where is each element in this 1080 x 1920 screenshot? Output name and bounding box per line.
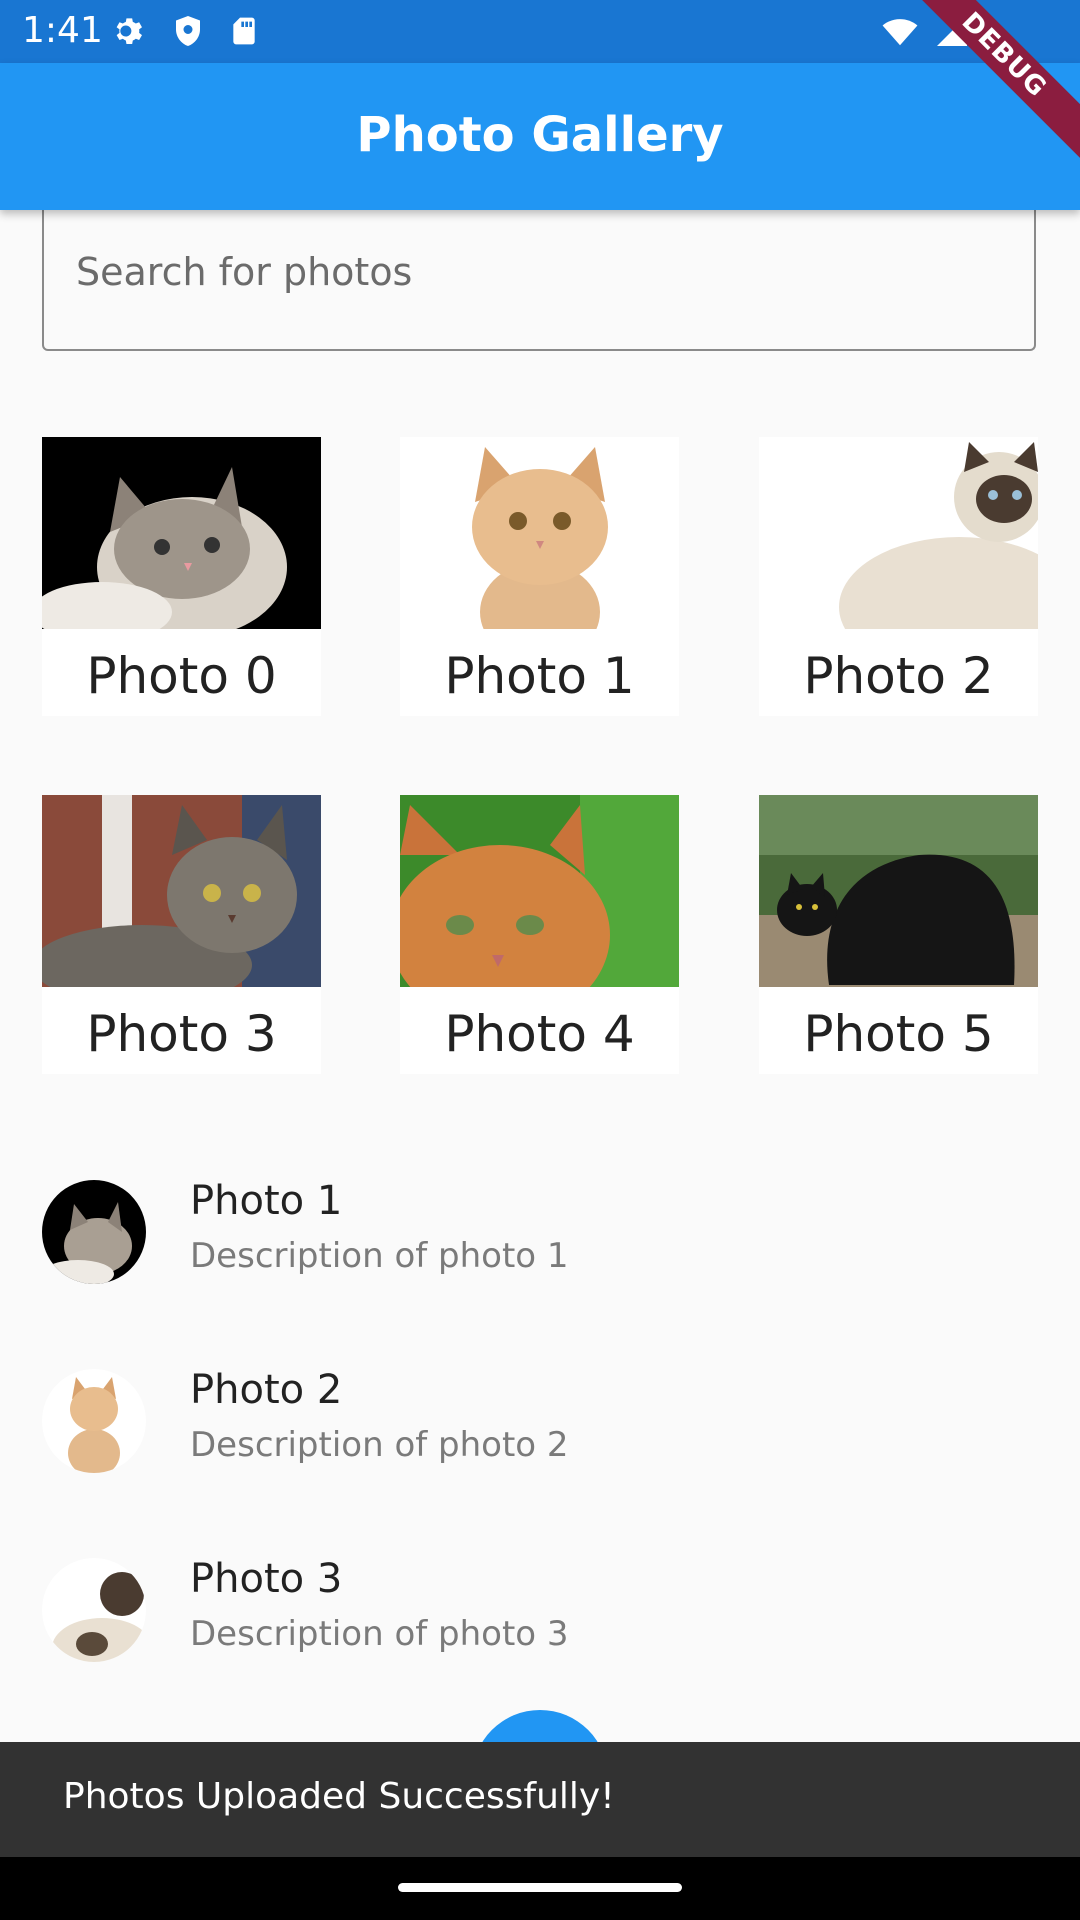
- cat-photo-image: [400, 795, 679, 1025]
- avatar: [42, 1369, 146, 1473]
- cat-photo-image: [759, 437, 1038, 677]
- list-item-subtitle: Description of photo 2: [190, 1425, 569, 1465]
- list-item-title: Photo 3: [190, 1556, 343, 1602]
- search-placeholder: Search for photos: [76, 250, 413, 294]
- sd-card-icon: [228, 12, 260, 54]
- grid-tile-label: Photo 0: [86, 647, 277, 705]
- grid-tile-0[interactable]: Photo 0: [42, 437, 321, 716]
- grid-tile-4[interactable]: Photo 4: [400, 795, 679, 1074]
- grid-tile-1[interactable]: Photo 1: [400, 437, 679, 716]
- grid-tile-label: Photo 2: [803, 647, 994, 705]
- app-bar: Photo Gallery: [0, 63, 1080, 210]
- list-item-subtitle: Description of photo 3: [190, 1614, 569, 1654]
- home-indicator[interactable]: [398, 1883, 682, 1892]
- page-title: Photo Gallery: [356, 107, 724, 163]
- status-bar: 1:41: [0, 0, 1080, 63]
- grid-tile-5[interactable]: Photo 5: [759, 795, 1038, 1074]
- list-item-photo-2[interactable]: Photo 2 Description of photo 2: [0, 1329, 1080, 1479]
- snackbar-message: Photos Uploaded Successfully!: [63, 1776, 615, 1817]
- shield-icon: [170, 12, 206, 54]
- cat-photo-image: [400, 437, 679, 662]
- list-item-title: Photo 2: [190, 1367, 343, 1413]
- grid-tile-label: Photo 3: [86, 1005, 277, 1063]
- cat-photo-image: [42, 437, 321, 642]
- list-item-title: Photo 1: [190, 1178, 343, 1224]
- list-item-photo-1[interactable]: Photo 1 Description of photo 1: [0, 1140, 1080, 1290]
- grid-tile-label: Photo 1: [444, 647, 635, 705]
- grid-tile-label: Photo 4: [444, 1005, 635, 1063]
- status-time: 1:41: [22, 10, 103, 51]
- list-item-photo-3[interactable]: Photo 3 Description of photo 3: [0, 1518, 1080, 1668]
- avatar: [42, 1180, 146, 1284]
- gear-icon: [110, 12, 148, 54]
- grid-tile-3[interactable]: Photo 3: [42, 795, 321, 1074]
- grid-tile-label: Photo 5: [803, 1005, 994, 1063]
- snackbar: Photos Uploaded Successfully!: [0, 1742, 1080, 1857]
- avatar: [42, 1558, 146, 1662]
- cat-photo-image: [42, 795, 321, 1005]
- cat-photo-image: [759, 795, 1038, 987]
- list-item-subtitle: Description of photo 1: [190, 1236, 569, 1276]
- navigation-bar: [0, 1857, 1080, 1920]
- grid-tile-2[interactable]: Photo 2: [759, 437, 1038, 716]
- wifi-icon: [880, 12, 920, 54]
